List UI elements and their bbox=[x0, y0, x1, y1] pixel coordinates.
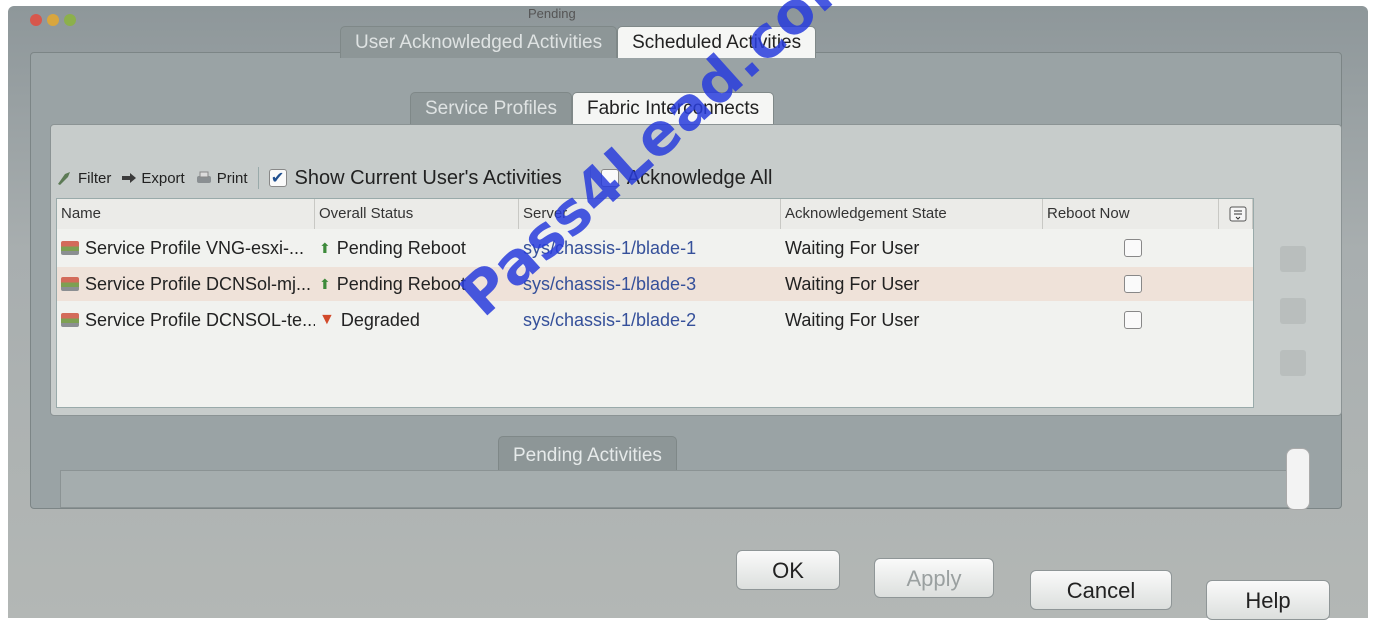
filter-button[interactable]: Filter bbox=[56, 170, 111, 187]
table-row[interactable]: Service Profile DCNSOL-te... ▼ Degraded s… bbox=[57, 303, 1253, 337]
service-profile-icon bbox=[61, 277, 79, 291]
tab-service-profiles[interactable]: Service Profiles bbox=[410, 92, 572, 124]
row-name: Service Profile DCNSOL-te... bbox=[85, 309, 315, 330]
print-label: Print bbox=[216, 169, 248, 187]
pending-activities-panel bbox=[60, 470, 1292, 508]
column-header-reboot-now[interactable]: Reboot Now bbox=[1043, 199, 1219, 229]
cancel-button[interactable]: Cancel bbox=[1030, 570, 1172, 610]
degraded-icon: ▼ bbox=[319, 311, 335, 328]
window-controls bbox=[30, 14, 76, 26]
tab-user-acknowledged-activities[interactable]: User Acknowledged Activities bbox=[340, 26, 618, 58]
service-profiles-table: Name Overall Status Server Acknowledgeme… bbox=[56, 198, 1254, 408]
minimize-window-button[interactable] bbox=[47, 14, 59, 26]
row-status: Pending Reboot bbox=[336, 273, 466, 294]
help-button[interactable]: Help bbox=[1206, 580, 1330, 620]
row-ack-state: Waiting For User bbox=[785, 237, 920, 258]
row-name: Service Profile VNG-esxi-... bbox=[85, 237, 305, 258]
apply-button[interactable]: Apply bbox=[874, 558, 994, 598]
column-chooser-icon bbox=[1229, 206, 1246, 222]
sub-tabs: Service Profiles Fabric Interconnects bbox=[410, 92, 775, 124]
table-toolbar: Filter Export Print ✔ Show Current User'… bbox=[56, 160, 1336, 196]
column-header-name[interactable]: Name bbox=[57, 199, 315, 229]
row-server-link[interactable]: sys/chassis-1/blade-3 bbox=[519, 274, 781, 295]
row-ack-state: Waiting For User bbox=[785, 309, 920, 330]
show-current-users-activities-checkbox[interactable]: ✔ bbox=[268, 169, 287, 187]
column-header-server[interactable]: Server bbox=[519, 199, 781, 229]
toolbar-separator bbox=[589, 167, 591, 189]
acknowledge-all-label: Acknowledge All bbox=[626, 166, 773, 189]
top-tabs: User Acknowledged Activities Scheduled A… bbox=[340, 26, 817, 58]
window-title: Pending bbox=[528, 6, 576, 21]
table-header: Name Overall Status Server Acknowledgeme… bbox=[57, 199, 1253, 229]
toolbar-separator bbox=[257, 167, 259, 189]
pending-reboot-icon: ⬆ bbox=[319, 275, 331, 292]
tab-fabric-interconnects[interactable]: Fabric Interconnects bbox=[572, 92, 775, 124]
table-row[interactable]: Service Profile VNG-esxi-... ⬆ Pending Re… bbox=[57, 231, 1253, 265]
filter-icon bbox=[58, 172, 70, 185]
vertical-scrollbar[interactable] bbox=[1286, 448, 1310, 510]
row-server-link[interactable]: sys/chassis-1/blade-1 bbox=[519, 238, 781, 259]
pending-reboot-icon: ⬆ bbox=[319, 239, 331, 256]
reboot-now-checkbox[interactable] bbox=[1124, 275, 1142, 293]
print-button[interactable]: Print bbox=[195, 170, 248, 187]
service-profile-icon bbox=[61, 313, 79, 327]
properties-icon[interactable] bbox=[1280, 246, 1306, 272]
row-ack-state: Waiting For User bbox=[785, 273, 920, 294]
export-button[interactable]: Export bbox=[121, 169, 185, 187]
acknowledge-all-checkbox[interactable] bbox=[600, 169, 619, 187]
printer-icon bbox=[196, 171, 211, 183]
filter-label: Filter bbox=[78, 169, 112, 187]
tab-pending-activities[interactable]: Pending Activities bbox=[498, 436, 677, 474]
tab-scheduled-activities[interactable]: Scheduled Activities bbox=[617, 26, 817, 58]
table-side-actions bbox=[1280, 246, 1306, 376]
show-current-users-activities-label: Show Current User's Activities bbox=[294, 166, 562, 189]
zoom-window-button[interactable] bbox=[64, 14, 76, 26]
row-status: Degraded bbox=[340, 309, 420, 330]
ok-button[interactable]: OK bbox=[736, 550, 840, 590]
reboot-now-checkbox[interactable] bbox=[1124, 239, 1142, 257]
row-status: Pending Reboot bbox=[336, 237, 466, 258]
export-arrow-icon bbox=[122, 173, 137, 183]
row-name: Service Profile DCNSol-mj... bbox=[85, 273, 312, 294]
reboot-now-checkbox[interactable] bbox=[1124, 311, 1142, 329]
delete-icon[interactable] bbox=[1280, 298, 1306, 324]
table-row[interactable]: Service Profile DCNSol-mj... ⬆ Pending Re… bbox=[57, 267, 1253, 301]
service-profile-icon bbox=[61, 241, 79, 255]
export-label: Export bbox=[141, 169, 185, 187]
column-header-overall-status[interactable]: Overall Status bbox=[315, 199, 519, 229]
column-header-acknowledgement-state[interactable]: Acknowledgement State bbox=[781, 199, 1043, 229]
column-options-button[interactable] bbox=[1219, 199, 1253, 229]
row-server-link[interactable]: sys/chassis-1/blade-2 bbox=[519, 310, 781, 331]
copy-icon[interactable] bbox=[1280, 350, 1306, 376]
close-window-button[interactable] bbox=[30, 14, 42, 26]
